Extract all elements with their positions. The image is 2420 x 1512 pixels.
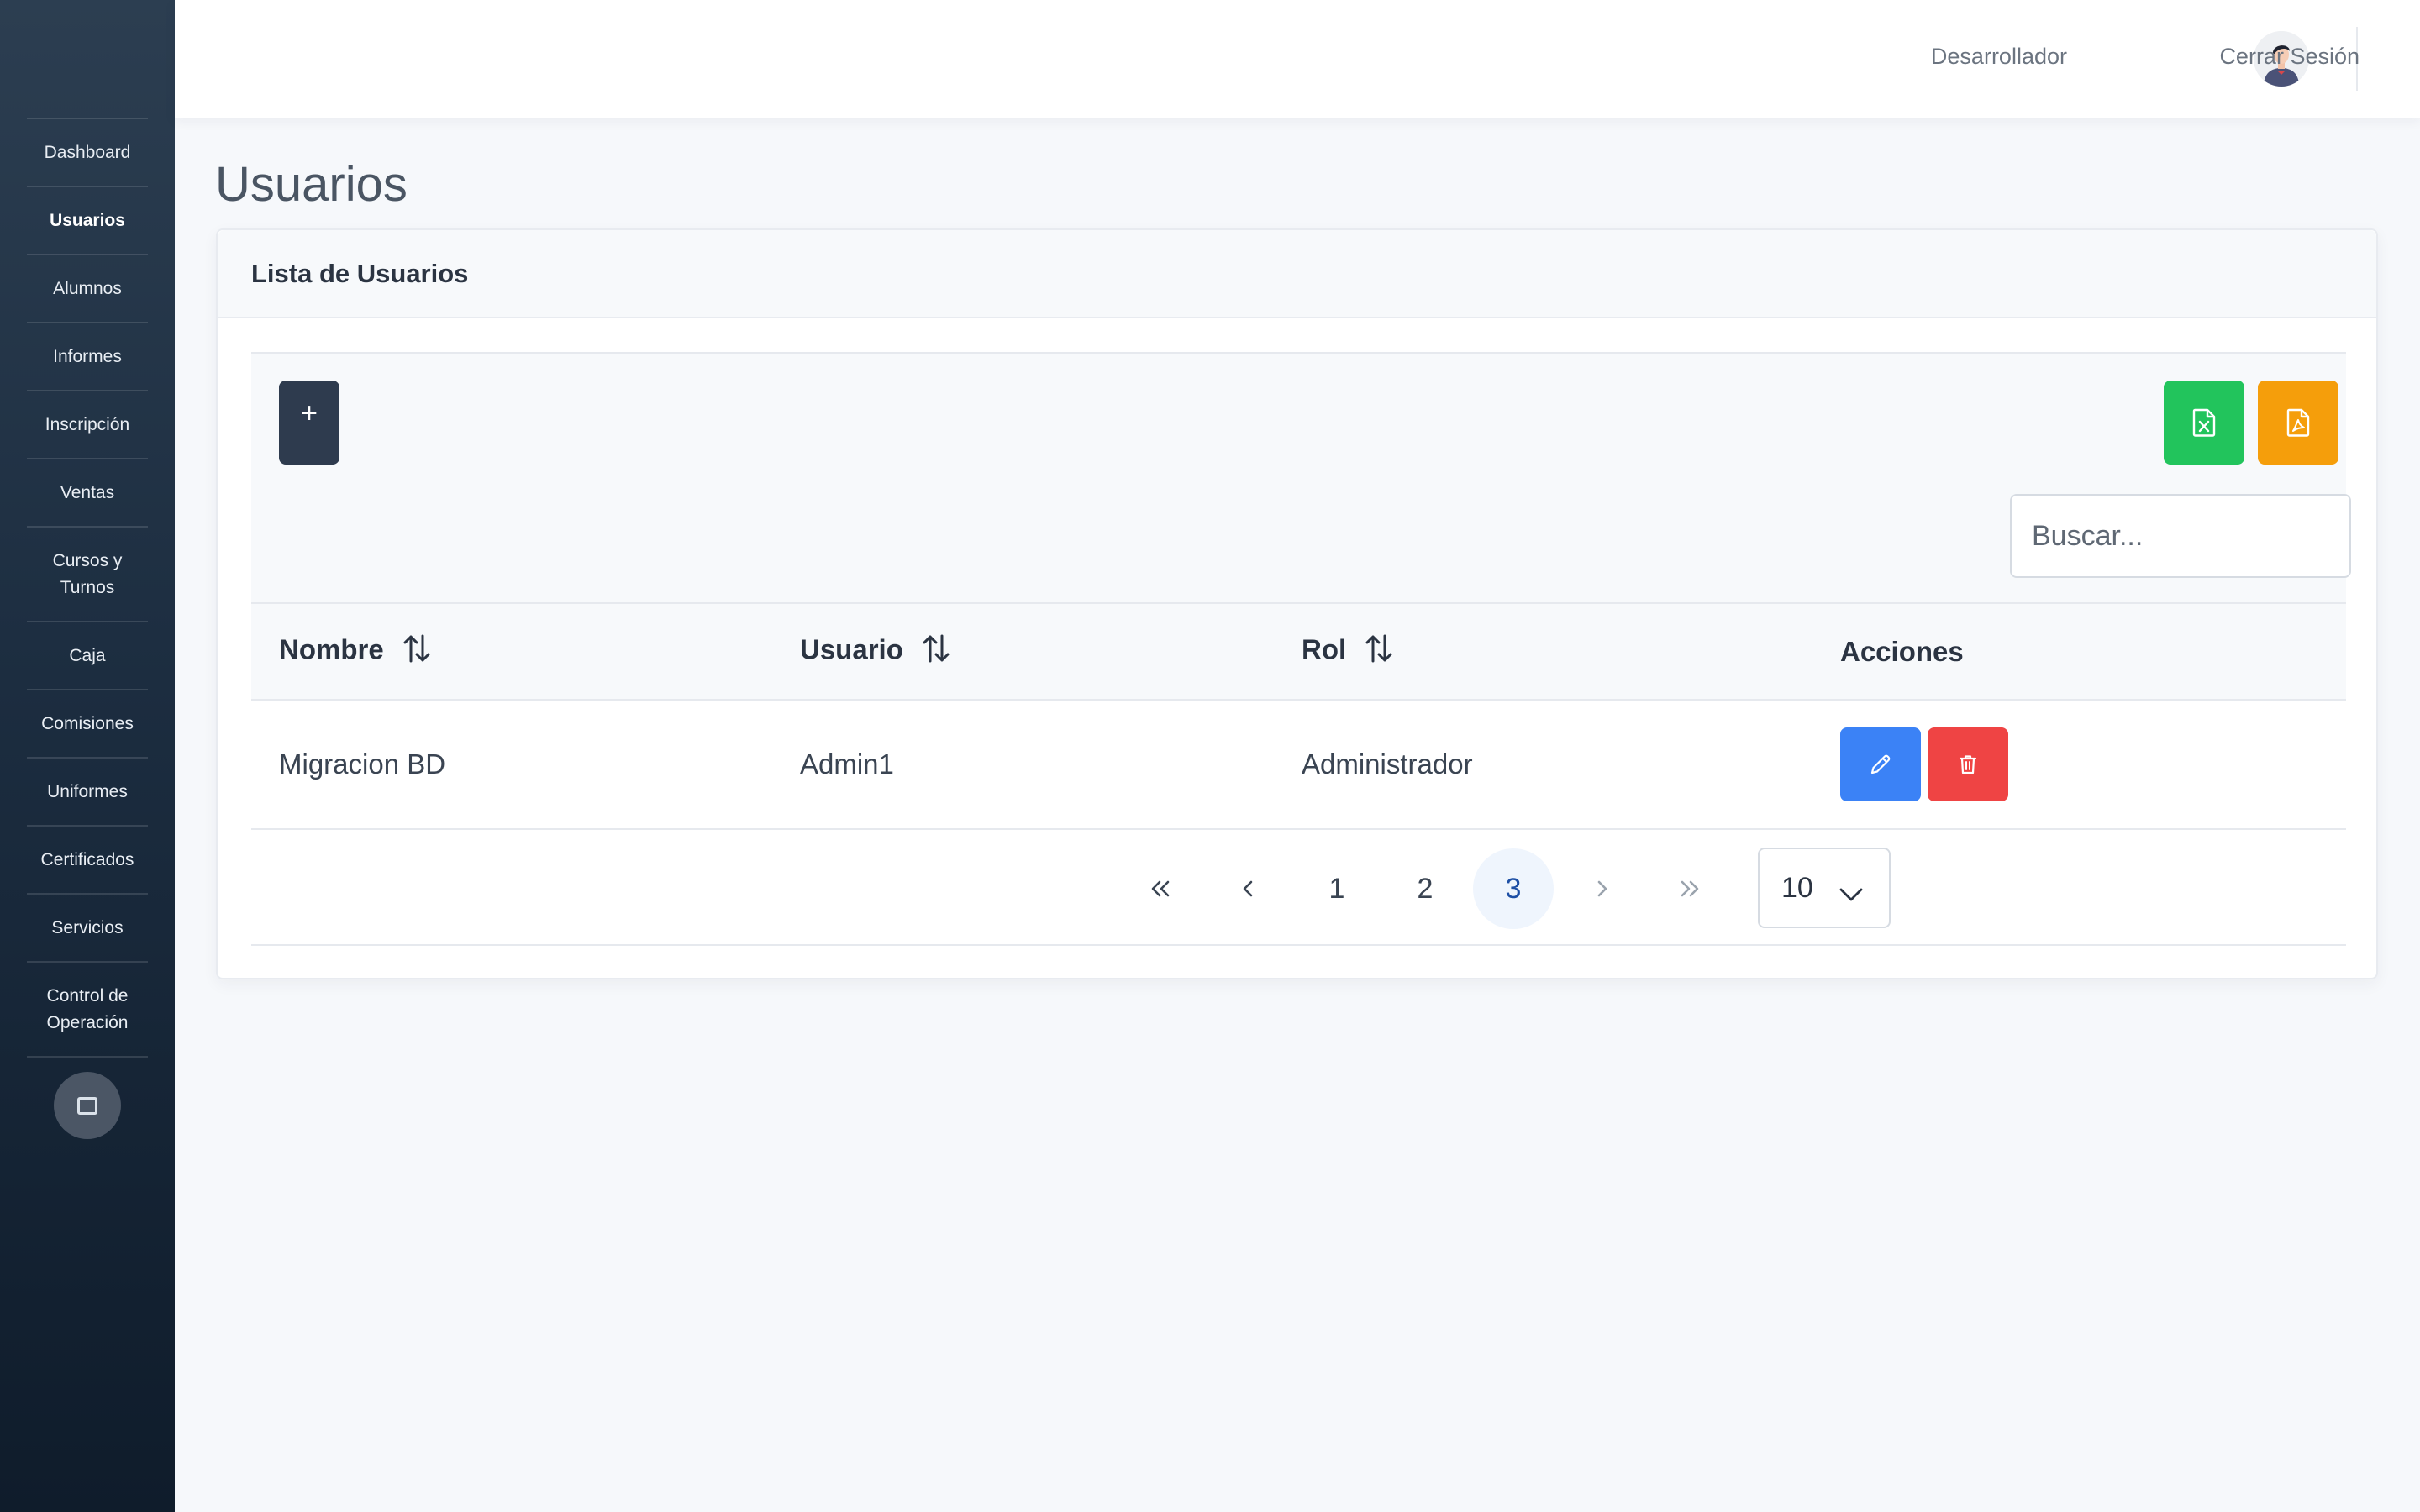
sidebar-divider	[27, 1056, 148, 1058]
card-title: Lista de Usuarios	[251, 258, 469, 288]
column-label: Acciones	[1840, 635, 1964, 667]
cell-nombre: Migracion BD	[251, 700, 772, 830]
export-pdf-button[interactable]	[2258, 381, 2338, 465]
square-icon	[77, 1096, 97, 1115]
sidebar-nav: Dashboard Usuarios Alumnos Informes Insc…	[0, 118, 175, 1058]
chevron-right-icon	[1597, 880, 1607, 897]
logout-link[interactable]: Cerrar Sesión	[2219, 44, 2360, 70]
sidebar-item-dashboard[interactable]: Dashboard	[27, 118, 148, 186]
page-button-1[interactable]: 1	[1297, 848, 1377, 929]
cell-acciones	[1812, 700, 2346, 830]
last-page-button[interactable]	[1649, 848, 1730, 929]
sidebar-item-certificados[interactable]: Certificados	[27, 825, 148, 893]
delete-button[interactable]	[1928, 727, 2008, 801]
column-header-acciones: Acciones	[1812, 604, 2346, 701]
previous-page-button[interactable]	[1208, 848, 1289, 929]
double-chevron-left-icon	[1151, 880, 1170, 897]
pencil-icon	[1870, 754, 1891, 774]
sidebar-item-usuarios[interactable]: Usuarios	[27, 186, 148, 254]
sidebar-item-informes[interactable]: Informes	[27, 322, 148, 390]
column-label: Usuario	[800, 633, 903, 665]
sidebar-item-cursos-y-turnos[interactable]: Cursos y Turnos	[27, 526, 148, 621]
table-toolbar: +	[251, 352, 2351, 604]
chevron-left-icon	[1243, 880, 1253, 897]
edit-button[interactable]	[1840, 727, 1921, 801]
page-button-3[interactable]: 3	[1473, 848, 1554, 929]
sort-icon[interactable]	[1365, 633, 1393, 671]
sidebar-item-caja[interactable]: Caja	[27, 621, 148, 689]
sidebar-item-control-de-operacion[interactable]: Control de Operación	[27, 961, 148, 1056]
chevron-down-icon	[1839, 878, 1864, 911]
export-excel-button[interactable]	[2164, 381, 2244, 465]
sort-icon[interactable]	[922, 633, 950, 671]
file-excel-icon	[2192, 408, 2216, 437]
trash-icon	[1959, 755, 1977, 774]
top-header: Desarrollador Cerrar Sesión	[175, 0, 2420, 118]
pagination: 1 2 3 10	[251, 830, 2346, 946]
users-table-wrapper: + Nombre	[251, 352, 2351, 946]
sidebar-item-ventas[interactable]: Ventas	[27, 458, 148, 526]
double-chevron-right-icon	[1681, 880, 1699, 897]
column-header-usuario[interactable]: Usuario	[772, 604, 1274, 701]
page-button-2[interactable]: 2	[1385, 848, 1465, 929]
card-header: Lista de Usuarios	[218, 230, 2376, 318]
next-page-button[interactable]	[1561, 848, 1642, 929]
cell-rol: Administrador	[1274, 700, 1812, 830]
users-card: Lista de Usuarios + Buscar... Nombre Usu…	[216, 228, 2378, 979]
user-name: Desarrollador	[1930, 44, 2067, 69]
table-header-row: Nombre Usuario Rol Acciones	[251, 604, 2346, 701]
page-size-select[interactable]: 10	[1758, 848, 1891, 928]
search-input[interactable]	[2010, 494, 2351, 578]
file-pdf-icon	[2286, 408, 2310, 437]
sidebar-item-uniformes[interactable]: Uniformes	[27, 757, 148, 825]
sidebar-item-inscripcion[interactable]: Inscripción	[27, 390, 148, 458]
sidebar-item-comisiones[interactable]: Comisiones	[27, 689, 148, 757]
first-page-button[interactable]	[1120, 848, 1201, 929]
sidebar-item-alumnos[interactable]: Alumnos	[27, 254, 148, 322]
column-label: Nombre	[279, 633, 384, 665]
add-user-button[interactable]: +	[279, 381, 339, 465]
cell-usuario: Admin1	[772, 700, 1274, 830]
column-header-rol[interactable]: Rol	[1274, 604, 1812, 701]
sort-icon[interactable]	[402, 633, 431, 671]
table-row: Migracion BD Admin1 Administrador	[251, 700, 2346, 830]
page-size-value: 10	[1781, 871, 1813, 904]
column-header-nombre[interactable]: Nombre	[251, 604, 772, 701]
column-label: Rol	[1302, 633, 1347, 665]
page-title: Usuarios	[215, 157, 408, 212]
sidebar-toggle-button[interactable]	[54, 1072, 121, 1139]
sidebar-item-servicios[interactable]: Servicios	[27, 893, 148, 961]
sidebar: Dashboard Usuarios Alumnos Informes Insc…	[0, 0, 175, 1512]
users-table: Nombre Usuario Rol Acciones Migracion BD	[251, 604, 2346, 830]
